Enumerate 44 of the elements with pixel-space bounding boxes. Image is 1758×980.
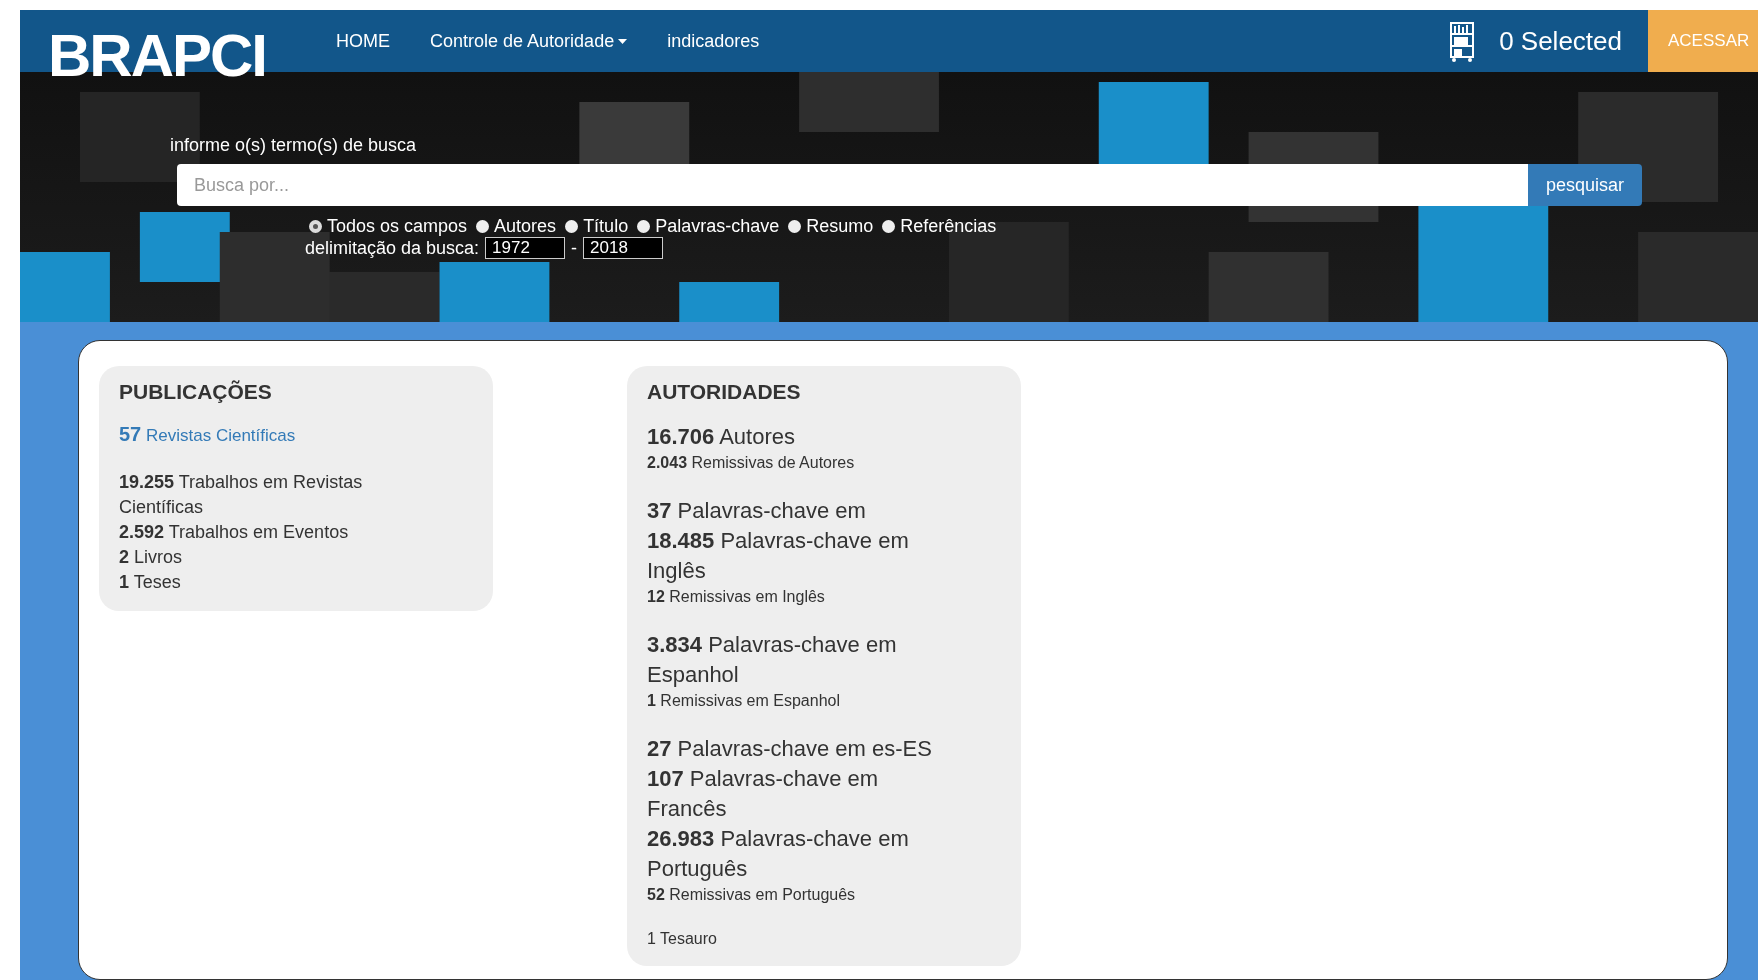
radio-label: Referências xyxy=(900,216,997,237)
stat-note: 1 Remissivas em Espanhol xyxy=(647,691,841,711)
radio-button[interactable] xyxy=(476,220,490,233)
year-from-field[interactable]: 1972 xyxy=(485,237,566,259)
panel-title: PUBLICAÇÕES xyxy=(119,380,273,404)
radio-button[interactable] xyxy=(565,220,579,233)
nav-link[interactable]: Controle de Autoridade xyxy=(430,30,628,52)
radio-button[interactable] xyxy=(637,220,651,233)
radio-button[interactable] xyxy=(788,220,802,233)
range-label: delimitação da busca: xyxy=(305,237,480,259)
radio-button[interactable] xyxy=(882,220,896,233)
stat-text: 2.592 Trabalhos em Eventos xyxy=(119,521,350,544)
stat-text: 3.834 Palavras-chave em Espanhol xyxy=(647,631,898,689)
radio-button[interactable] xyxy=(309,220,322,233)
stat-text: 1 Teses xyxy=(119,571,182,594)
bookshelf-cart-icon[interactable] xyxy=(1449,19,1476,63)
range-separator: - xyxy=(571,237,578,259)
panel-title: AUTORIDADES xyxy=(647,380,802,404)
radio-label: Palavras-chave xyxy=(655,216,780,237)
radio-label: Autores xyxy=(494,216,557,237)
selected-count: 0 Selected xyxy=(1499,25,1622,57)
brapci-logo[interactable]: BRAPCI xyxy=(48,26,266,86)
journals-link[interactable]: 57 Revistas Científicas xyxy=(119,422,473,448)
year-to-field[interactable]: 2018 xyxy=(583,237,664,259)
stat-text: 27 Palavras-chave em es-ES xyxy=(647,735,933,763)
stat-text: 19.255 Trabalhos em Revistas Científicas xyxy=(119,471,364,519)
stat-text: 107 Palavras-chave em Francês xyxy=(647,765,880,823)
radio-label: Resumo xyxy=(806,216,874,237)
stat-text: 18.485 Palavras-chave em Inglês xyxy=(647,527,910,585)
search-label: informe o(s) termo(s) de busca xyxy=(170,135,418,156)
search-button[interactable]: pesquisar xyxy=(1527,164,1642,206)
stat-note: 52 Remissivas em Português xyxy=(647,885,857,905)
stat-text: 37 Palavras-chave em xyxy=(647,497,867,525)
stat-text: 2 Livros xyxy=(119,546,184,569)
radio-label: Título xyxy=(583,216,629,237)
stat-note: 1 Tesauro xyxy=(647,929,718,949)
stat-note: 2.043 Remissivas de Autores xyxy=(647,453,856,473)
stat-text: 16.706 Autores xyxy=(647,423,796,451)
stat-note: 12 Remissivas em Inglês xyxy=(647,587,826,607)
stat-text: 26.983 Palavras-chave em Português xyxy=(647,825,910,883)
radio-label: Todos os campos xyxy=(327,216,468,237)
nav-link[interactable]: indicadores xyxy=(667,30,760,52)
search-field[interactable]: Busca por... xyxy=(177,164,1528,206)
nav-link[interactable]: HOME xyxy=(336,30,390,52)
